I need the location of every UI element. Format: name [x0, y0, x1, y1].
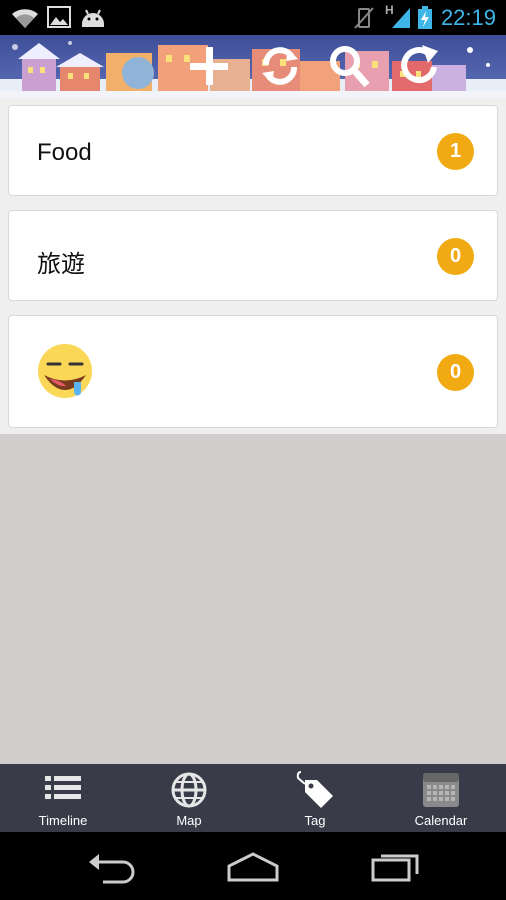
globe-icon — [171, 772, 207, 808]
tab-calendar[interactable]: Calendar — [378, 764, 504, 832]
tag-row[interactable]: 旅遊 0 — [8, 210, 498, 301]
image-icon — [47, 6, 71, 28]
tag-count-badge: 0 — [437, 238, 474, 275]
signal-icon — [392, 8, 410, 28]
status-bar: H 22:19 — [0, 0, 506, 35]
tab-map[interactable]: Map — [126, 764, 252, 832]
action-bar — [0, 35, 506, 98]
tab-label: Timeline — [38, 813, 88, 828]
tag-row[interactable]: 0 — [8, 315, 498, 428]
tab-label: Map — [176, 813, 202, 828]
drooling-face-icon — [38, 344, 92, 398]
tab-tag[interactable]: Tag — [252, 764, 378, 832]
tag-row[interactable]: Food 1 — [8, 105, 498, 196]
sync-icon[interactable] — [258, 43, 302, 89]
tab-label: Calendar — [414, 813, 468, 828]
android-icon — [82, 9, 104, 27]
recent-apps-icon[interactable] — [365, 846, 425, 886]
tag-list: Food 1 旅遊 0 0 — [0, 98, 506, 434]
tag-label: Food — [37, 139, 92, 166]
vibrate-off-icon — [354, 7, 374, 29]
list-icon — [45, 776, 81, 799]
bottom-tab-bar: Timeline Map Tag Calendar — [0, 764, 506, 832]
tab-label: Tag — [304, 813, 326, 828]
tag-label: 旅遊 — [37, 251, 85, 278]
status-clock: 22:19 — [440, 5, 496, 30]
tag-count-badge: 0 — [437, 354, 474, 391]
wifi-icon — [12, 9, 38, 29]
system-nav-bar — [0, 832, 506, 900]
back-icon[interactable] — [83, 846, 143, 886]
add-icon[interactable] — [187, 43, 231, 89]
home-icon[interactable] — [223, 846, 283, 886]
refresh-icon[interactable] — [398, 43, 442, 89]
battery-charging-icon — [418, 6, 432, 29]
tag-count-badge: 1 — [437, 133, 474, 170]
tag-icon — [296, 771, 333, 808]
calendar-icon — [423, 773, 459, 807]
tab-timeline[interactable]: Timeline — [0, 764, 126, 832]
search-icon[interactable] — [327, 43, 371, 89]
